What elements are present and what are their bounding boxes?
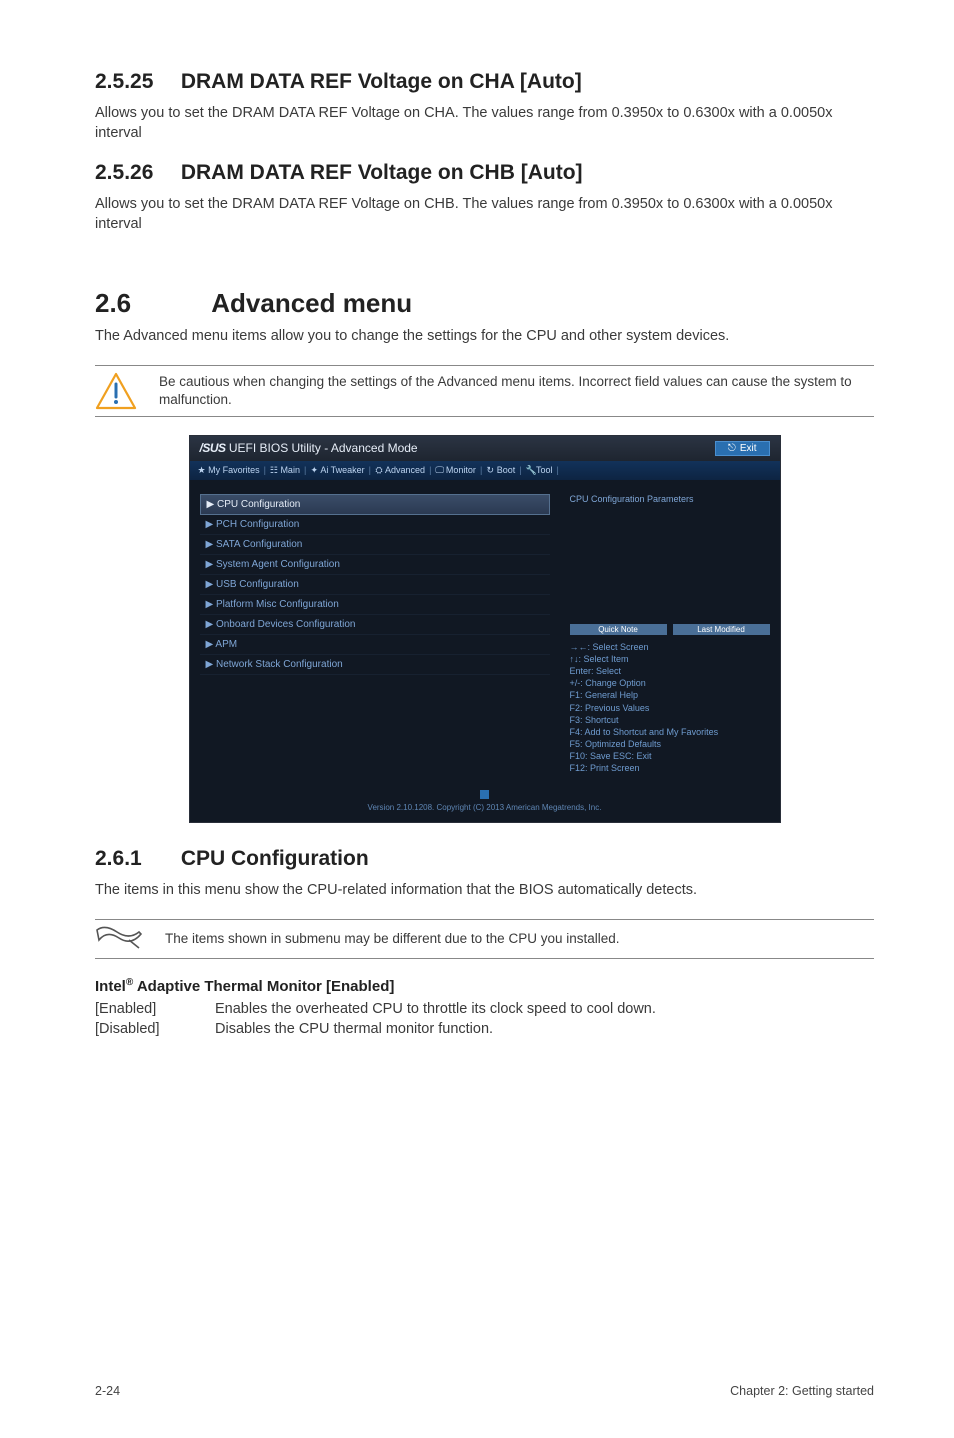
option-key: [Disabled] xyxy=(95,1021,215,1037)
help-line: F10: Save ESC: Exit xyxy=(570,750,770,762)
quick-note-button[interactable]: Quick Note xyxy=(570,624,667,635)
bios-help-buttons: Quick Note Last Modified xyxy=(570,624,770,635)
tab-advanced[interactable]: ⛭ Advanced xyxy=(375,465,425,476)
body-text: The items in this menu show the CPU-rela… xyxy=(95,881,874,901)
help-line: F4: Add to Shortcut and My Favorites xyxy=(570,726,770,738)
page-number: 2-24 xyxy=(95,1384,120,1398)
bios-key-help: →←: Select Screen ↑↓: Select Item Enter:… xyxy=(570,641,770,775)
heading-text: Advanced menu xyxy=(211,288,412,318)
tab-aitweaker[interactable]: ✦ Ai Tweaker xyxy=(310,465,364,476)
menu-item-pch-config[interactable]: ▶ PCH Configuration xyxy=(200,515,550,535)
help-line: F3: Shortcut xyxy=(570,714,770,726)
heading-text: DRAM DATA REF Voltage on CHB [Auto] xyxy=(181,161,583,184)
bios-version-text: Version 2.10.1208. Copyright (C) 2013 Am… xyxy=(368,803,602,812)
bios-title-text: /SUS UEFI BIOS Utility - Advanced Mode xyxy=(200,441,418,455)
bios-title-label: UEFI BIOS Utility - Advanced Mode xyxy=(229,441,418,455)
bios-titlebar: /SUS UEFI BIOS Utility - Advanced Mode ⎋… xyxy=(190,436,780,461)
warning-icon xyxy=(95,372,137,410)
footer-square-icon xyxy=(480,790,489,799)
option-row-enabled: [Enabled] Enables the overheated CPU to … xyxy=(95,1001,874,1017)
tab-main-icon: ☷ xyxy=(270,465,278,476)
bios-footer: Version 2.10.1208. Copyright (C) 2013 Am… xyxy=(190,784,780,822)
tab-tool-icon: 🔧 xyxy=(526,465,534,476)
help-line: →←: Select Screen xyxy=(570,641,770,653)
asus-logo: /SUS xyxy=(200,441,226,455)
body-text: Allows you to set the DRAM DATA REF Volt… xyxy=(95,195,874,234)
menu-item-sata-config[interactable]: ▶ SATA Configuration xyxy=(200,535,550,555)
menu-item-cpu-config[interactable]: ▶ CPU Configuration xyxy=(200,494,550,515)
bios-body: ▶ CPU Configuration ▶ PCH Configuration … xyxy=(190,480,780,785)
menu-item-sysagent-config[interactable]: ▶ System Agent Configuration xyxy=(200,555,550,575)
heading-text: DRAM DATA REF Voltage on CHA [Auto] xyxy=(181,70,582,93)
heading-2-6-1: 2.6.1 CPU Configuration xyxy=(95,847,874,871)
intel-heading: Intel® Adaptive Thermal Monitor [Enabled… xyxy=(95,977,874,995)
warning-text: Be cautious when changing the settings o… xyxy=(159,373,874,409)
tab-ai-icon: ✦ xyxy=(310,465,318,476)
menu-item-apm[interactable]: ▶ APM xyxy=(200,635,550,655)
body-text: The Advanced menu items allow you to cha… xyxy=(95,327,874,347)
heading-number: 2.5.26 xyxy=(95,161,175,185)
option-value: Enables the overheated CPU to throttle i… xyxy=(215,1001,874,1017)
menu-item-platform-misc[interactable]: ▶ Platform Misc Configuration xyxy=(200,595,550,615)
intel-prefix: Intel xyxy=(95,978,126,995)
chapter-label: Chapter 2: Getting started xyxy=(730,1384,874,1398)
menu-item-onboard-devices[interactable]: ▶ Onboard Devices Configuration xyxy=(200,615,550,635)
heading-number: 2.6 xyxy=(95,288,205,319)
page-footer: 2-24 Chapter 2: Getting started xyxy=(95,1384,874,1398)
heading-2-5-26: 2.5.26 DRAM DATA REF Voltage on CHB [Aut… xyxy=(95,161,874,185)
heading-number: 2.6.1 xyxy=(95,847,175,871)
bios-exit-button[interactable]: ⎋ Exit xyxy=(715,441,770,456)
tab-main[interactable]: ☷ Main xyxy=(270,465,300,476)
bios-menu-list: ▶ CPU Configuration ▶ PCH Configuration … xyxy=(190,480,560,785)
help-line: ↑↓: Select Item xyxy=(570,653,770,665)
heading-number: 2.5.25 xyxy=(95,70,175,94)
spacer xyxy=(95,252,874,288)
menu-item-usb-config[interactable]: ▶ USB Configuration xyxy=(200,575,550,595)
intel-suffix: Adaptive Thermal Monitor [Enabled] xyxy=(133,978,394,995)
warning-callout: Be cautious when changing the settings o… xyxy=(95,365,874,417)
note-icon xyxy=(95,926,143,952)
option-key: [Enabled] xyxy=(95,1001,215,1017)
menu-item-network-stack[interactable]: ▶ Network Stack Configuration xyxy=(200,655,550,675)
exit-icon: ⎋ xyxy=(728,443,736,454)
help-line: F2: Previous Values xyxy=(570,702,770,714)
bios-exit-label: Exit xyxy=(740,443,757,454)
heading-text: CPU Configuration xyxy=(181,847,369,870)
help-line: F5: Optimized Defaults xyxy=(570,738,770,750)
bios-item-description: CPU Configuration Parameters xyxy=(570,494,770,624)
page: 2.5.25 DRAM DATA REF Voltage on CHA [Aut… xyxy=(0,0,954,1438)
help-line: +/-: Change Option xyxy=(570,677,770,689)
note-callout: The items shown in submenu may be differ… xyxy=(95,919,874,959)
bios-screenshot: /SUS UEFI BIOS Utility - Advanced Mode ⎋… xyxy=(189,435,781,824)
option-row-disabled: [Disabled] Disables the CPU thermal moni… xyxy=(95,1021,874,1037)
bios-tabs: ★ My Favorites| ☷ Main| ✦ Ai Tweaker| ⛭ … xyxy=(190,461,780,480)
heading-2-5-25: 2.5.25 DRAM DATA REF Voltage on CHA [Aut… xyxy=(95,70,874,94)
heading-2-6: 2.6 Advanced menu xyxy=(95,288,874,319)
bios-help-panel: CPU Configuration Parameters Quick Note … xyxy=(560,480,780,785)
option-value: Disables the CPU thermal monitor functio… xyxy=(215,1021,874,1037)
help-line: Enter: Select xyxy=(570,665,770,677)
tab-boot-icon: ↻ xyxy=(486,465,494,476)
tab-favorites[interactable]: ★ My Favorites xyxy=(198,465,260,476)
tab-adv-icon: ⛭ xyxy=(375,465,383,476)
help-line: F1: General Help xyxy=(570,689,770,701)
help-line: F12: Print Screen xyxy=(570,762,770,774)
body-text: Allows you to set the DRAM DATA REF Volt… xyxy=(95,104,874,143)
tab-mon-icon: 🖵 xyxy=(435,465,443,476)
tab-tool[interactable]: 🔧 Tool xyxy=(526,465,553,476)
note-text: The items shown in submenu may be differ… xyxy=(165,930,874,948)
last-modified-button[interactable]: Last Modified xyxy=(673,624,770,635)
tab-boot[interactable]: ↻ Boot xyxy=(486,465,515,476)
tab-monitor[interactable]: 🖵 Monitor xyxy=(435,465,476,476)
